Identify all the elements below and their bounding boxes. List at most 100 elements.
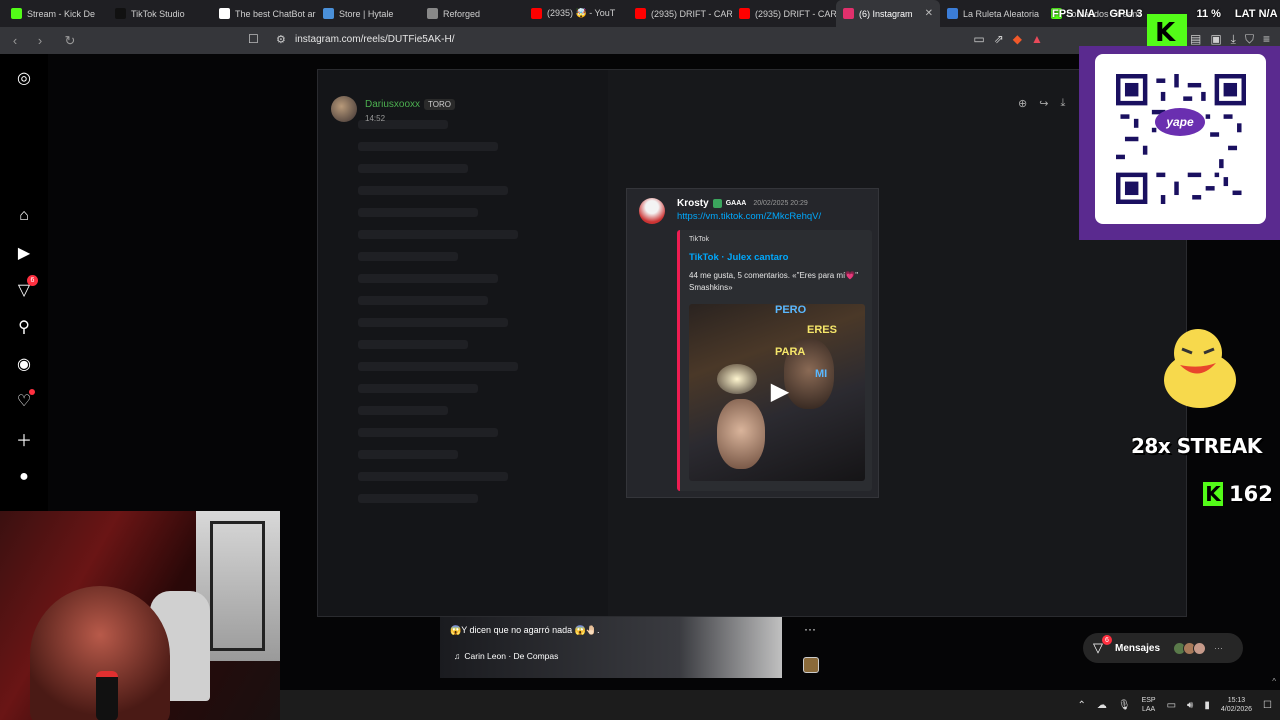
fps-label: FPS xyxy=(1052,8,1074,20)
browser-tab[interactable]: Reforged xyxy=(420,0,524,27)
messages-button[interactable]: ▽ 6 Mensajes ··· xyxy=(1083,633,1243,663)
image-toolbar: ⊕ ↪ ⤓ xyxy=(1018,97,1065,110)
battery-icon[interactable]: ▮ xyxy=(1204,700,1210,711)
instagram-logo-icon[interactable]: ◎ xyxy=(14,68,34,88)
download-icon[interactable]: ⤓ xyxy=(1231,32,1236,47)
forward-icon[interactable]: › xyxy=(30,31,50,51)
messages-label: Mensajes xyxy=(1115,642,1161,654)
scroll-caret-icon: ^ xyxy=(1272,677,1276,686)
network-icon[interactable]: ▭ xyxy=(1167,700,1176,711)
cloud-icon[interactable]: ☁ xyxy=(1097,700,1107,711)
sidebar-icon[interactable]: ▤ xyxy=(1190,32,1201,47)
kick-logo: K xyxy=(1147,14,1187,48)
vpn-icon[interactable]: ⛉ xyxy=(1245,32,1254,47)
tab-label: La Ruleta Aleatoria xyxy=(963,8,1040,19)
qr-pattern xyxy=(1116,74,1246,204)
webcam-microphone xyxy=(96,671,118,720)
cpu-value: 11 % xyxy=(1196,8,1221,20)
more-options-icon[interactable]: ··· xyxy=(804,622,816,636)
forward-share-icon[interactable]: ↪ xyxy=(1039,97,1048,110)
tab-label: Stream - Kick De xyxy=(27,8,96,19)
qr-donation-panel: yape xyxy=(1079,46,1280,240)
audio-thumbnail[interactable] xyxy=(803,657,819,673)
url-input[interactable]: instagram.com/reels/DUTFie5AK-H/ xyxy=(295,34,454,45)
embed-video-thumbnail[interactable]: PERO ERES PARA MI ▶ xyxy=(689,304,865,481)
clock-date: 4/02/2026 xyxy=(1220,706,1253,713)
reel-music-label: Carin Leon · De Compas xyxy=(464,651,559,661)
brave-shield-icon[interactable]: ◆ xyxy=(1013,32,1022,47)
home-icon[interactable]: ⌂ xyxy=(14,206,34,226)
kick-follower-count: K 162 xyxy=(1203,482,1273,506)
webcam-window-bars xyxy=(210,521,265,651)
download-image-icon[interactable]: ⤓ xyxy=(1060,97,1065,110)
streak-counter: 28x STREAK xyxy=(1131,434,1262,458)
zoom-icon[interactable]: ⊕ xyxy=(1018,97,1027,110)
embed-provider: TikTok xyxy=(689,236,709,243)
role-shield-icon xyxy=(712,199,722,208)
reel-music[interactable]: ♫ Carin Leon · De Compas xyxy=(454,651,558,661)
kick-count-value: 162 xyxy=(1229,482,1273,506)
browser-tab[interactable]: Stream - Kick De xyxy=(4,0,108,27)
reels-icon[interactable]: ▶ xyxy=(14,243,34,263)
rewards-icon[interactable]: ▲ xyxy=(1031,32,1043,47)
bookmark-icon[interactable]: ☐ xyxy=(248,32,259,46)
browser-tab[interactable]: (6) Instagram ✕ xyxy=(836,0,940,27)
post-time: 14:52 xyxy=(365,114,386,123)
wallet-icon[interactable]: ▣ xyxy=(1210,32,1221,47)
language-code: ESP xyxy=(1141,697,1156,704)
more-icon: ··· xyxy=(1214,643,1224,653)
browser-tab[interactable]: TikTok Studio xyxy=(108,0,212,27)
browser-tab[interactable]: (2935) DRIFT - CAR xyxy=(628,0,732,27)
tab-favicon-icon xyxy=(531,8,542,19)
tab-close-icon[interactable]: ✕ xyxy=(925,8,933,19)
message-author-name[interactable]: Krosty xyxy=(677,198,709,209)
site-info-icon[interactable]: ⚙ xyxy=(276,33,286,46)
activity-icon[interactable]: ▽ 6 xyxy=(14,275,38,300)
video-light xyxy=(717,364,757,394)
reload-icon[interactable]: ↻ xyxy=(60,31,80,51)
explore-icon[interactable]: ◉ xyxy=(14,354,34,374)
video-word: MI xyxy=(815,368,828,380)
clock[interactable]: 15:13 4/02/2026 xyxy=(1221,696,1252,714)
video-person-front xyxy=(717,399,765,469)
back-icon[interactable]: ‹ xyxy=(5,31,25,51)
cast-icon[interactable]: ▭ xyxy=(973,32,984,47)
share-icon[interactable]: ⇗ xyxy=(994,32,1004,47)
play-icon[interactable]: ▶ xyxy=(765,376,795,406)
notifications-icon[interactable]: ♡ xyxy=(14,389,35,411)
language-indicator[interactable]: ESP LAA xyxy=(1142,696,1156,714)
os-taskbar: ⌃ ☁ 🎙︎ ESP LAA ▭ 🔊︎ ▮ 15:13 4/02/2026 ☐ xyxy=(280,690,1280,720)
browser-actions: ▭ ⇗ ◆ ▲ ✲ ▤ ▣ ⤓ ⛉ ≡ xyxy=(973,32,1270,47)
channel-list-items xyxy=(358,120,518,516)
mic-icon[interactable]: 🎙︎ xyxy=(1118,700,1131,711)
post-author-avatar[interactable] xyxy=(331,95,357,122)
menu-icon[interactable]: ≡ xyxy=(1263,32,1270,47)
profile-avatar[interactable]: ● xyxy=(14,467,34,487)
messages-icon: ▽ 6 xyxy=(1093,635,1112,656)
browser-tab[interactable]: Store | Hytale xyxy=(316,0,420,27)
browser-tab[interactable]: (2935) 🤯 - YouT xyxy=(524,0,628,27)
reel-caption: 😱Y dicen que no agarró nada 😱🤚🏻. xyxy=(450,625,600,635)
post-author-name[interactable]: Dariusxooxx xyxy=(365,99,420,110)
tray-overflow-icon[interactable]: ⌃ xyxy=(1077,700,1085,711)
message-card: Krosty GAAA 20/02/2025 20:29 https://vm.… xyxy=(626,188,879,498)
tab-favicon-icon xyxy=(739,8,750,19)
message-author-avatar[interactable] xyxy=(639,198,665,224)
tab-label: Reforged xyxy=(443,8,481,19)
browser-tab[interactable]: The best ChatBot ar xyxy=(212,0,316,27)
message-link[interactable]: https://vm.tiktok.com/ZMkcRehqV/ xyxy=(677,211,821,222)
browser-tab[interactable]: (2935) DRIFT - CAR xyxy=(732,0,836,27)
notification-center-icon[interactable]: ☐ xyxy=(1263,700,1272,711)
search-icon[interactable]: ⚲ xyxy=(14,317,34,337)
volume-icon[interactable]: 🔊︎ xyxy=(1187,700,1193,711)
tab-favicon-icon xyxy=(323,8,334,19)
avatar xyxy=(1193,641,1207,655)
create-icon[interactable]: ＋ xyxy=(14,429,34,450)
lat-value: N/A xyxy=(1258,8,1278,20)
embed-description: 44 me gusta, 5 comentarios. «"Eres para … xyxy=(689,271,859,292)
embed-title[interactable]: TikTok · Julex cantaro xyxy=(689,252,788,263)
message-role: GAAA xyxy=(725,200,747,207)
notification-badge: 6 xyxy=(27,275,38,286)
browser-tab[interactable]: La Ruleta Aleatoria xyxy=(940,0,1044,27)
messages-badge: 6 xyxy=(1102,635,1112,645)
